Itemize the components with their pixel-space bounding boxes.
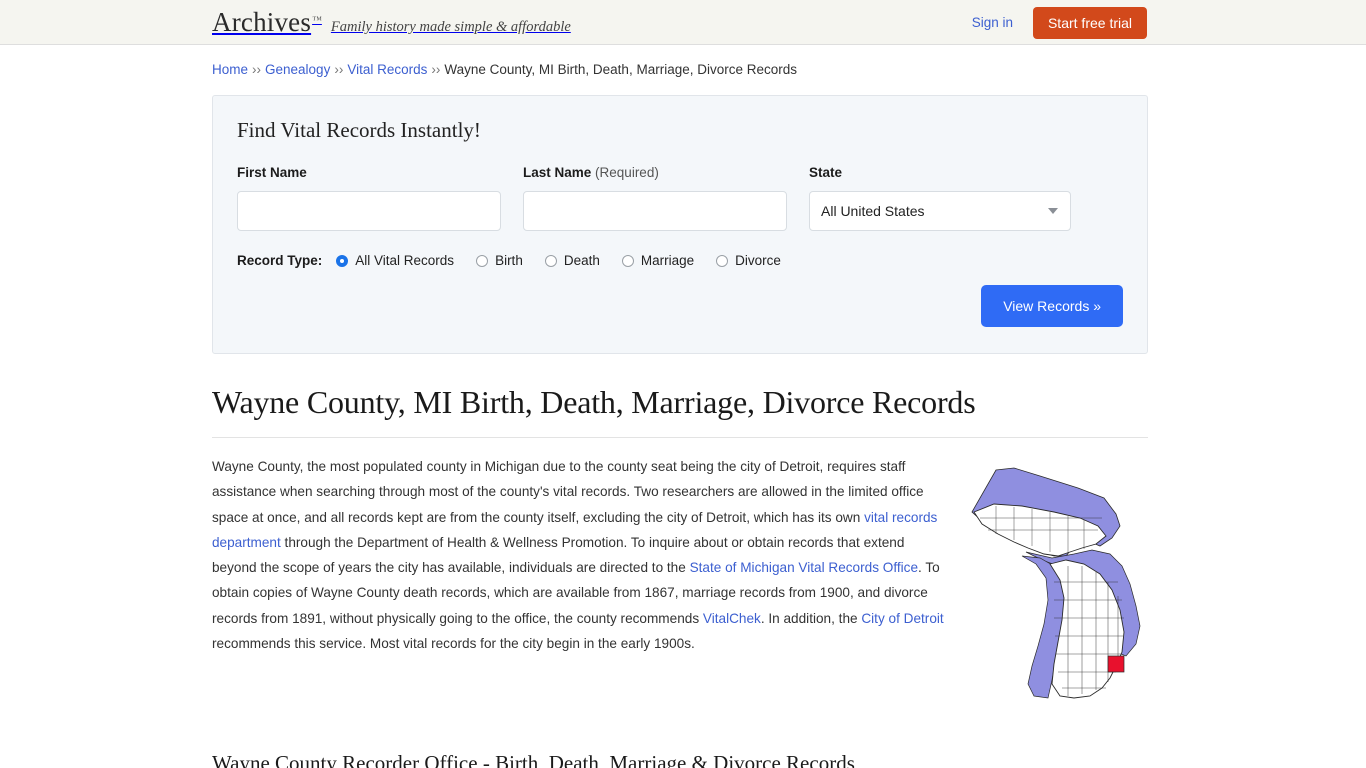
link-state-of-michigan-vital-records-office[interactable]: State of Michigan Vital Records Office — [690, 560, 918, 575]
sign-in-link[interactable]: Sign in — [972, 15, 1013, 30]
map-column — [970, 454, 1148, 705]
breadcrumb-separator: ›› — [431, 62, 441, 77]
radio-indicator-icon — [544, 254, 557, 267]
breadcrumb-item-current: Wayne County, MI Birth, Death, Marriage,… — [444, 62, 797, 77]
radio-divorce[interactable]: Divorce — [716, 253, 781, 268]
article-text-part: Wayne County, the most populated county … — [212, 459, 924, 525]
radio-death[interactable]: Death — [544, 253, 600, 268]
radio-label: Death — [563, 253, 600, 268]
link-vitalchek[interactable]: VitalChek — [703, 611, 761, 626]
radio-indicator-icon — [716, 254, 729, 267]
link-city-of-detroit[interactable]: City of Detroit — [861, 611, 943, 626]
michigan-county-map — [971, 467, 1141, 699]
first-name-input[interactable] — [237, 191, 501, 231]
breadcrumb-item-genealogy[interactable]: Genealogy — [265, 62, 330, 77]
site-logo[interactable]: Archives ™ Family history made simple & a… — [212, 7, 571, 38]
radio-indicator-icon — [621, 254, 634, 267]
state-selected-value: All United States — [821, 203, 925, 219]
radio-label: Divorce — [735, 253, 781, 268]
trademark-icon: ™ — [312, 15, 322, 26]
brand-name: Archives — [212, 7, 312, 37]
last-name-input[interactable] — [523, 191, 787, 231]
last-name-field-group: Last Name (Required) — [523, 165, 787, 231]
breadcrumb: Home ›› Genealogy ›› Vital Records ›› Wayne Co… — [212, 45, 1148, 77]
last-name-label: Last Name (Required) — [523, 165, 787, 180]
article-text-part: . In addition, the — [760, 610, 862, 626]
state-select-wrapper: All United States — [809, 191, 1071, 231]
record-type-row: Record Type: All Vital Records Birth Dea… — [237, 253, 1123, 268]
radio-birth[interactable]: Birth — [476, 253, 523, 268]
recorder-office-subheading: Wayne County Recorder Office - Birth, De… — [212, 751, 855, 768]
radio-indicator-icon — [476, 254, 489, 267]
radio-marriage[interactable]: Marriage — [621, 253, 695, 268]
site-header: Archives ™ Family history made simple & a… — [0, 0, 1366, 45]
title-divider — [212, 437, 1148, 438]
vital-records-search-panel: Find Vital Records Instantly! First Name… — [212, 95, 1148, 354]
breadcrumb-separator: ›› — [334, 62, 344, 77]
radio-all-vital-records[interactable]: All Vital Records — [336, 253, 454, 268]
article-text-part: recommends this service. Most vital reco… — [212, 636, 695, 652]
breadcrumb-item-home[interactable]: Home — [212, 62, 248, 77]
search-panel-title: Find Vital Records Instantly! — [237, 118, 481, 142]
state-label: State — [809, 165, 843, 180]
search-fields-row: First Name Last Name (Required) State Al… — [237, 165, 1123, 231]
radio-label: All Vital Records — [355, 253, 455, 268]
state-select[interactable]: All United States — [809, 191, 1071, 231]
chevron-down-icon — [1048, 208, 1058, 214]
wayne-county-highlight — [1107, 655, 1125, 673]
start-free-trial-button[interactable]: Start free trial — [1032, 6, 1147, 39]
record-type-label: Record Type: — [237, 253, 323, 268]
radio-label: Birth — [495, 253, 523, 268]
article-section: Wayne County, the most populated county … — [212, 454, 1148, 705]
page-title: Wayne County, MI Birth, Death, Marriage,… — [212, 384, 976, 420]
radio-label: Marriage — [640, 253, 695, 268]
state-field-group: State All United States — [809, 165, 1071, 231]
breadcrumb-separator: ›› — [252, 62, 262, 77]
first-name-label: First Name — [237, 165, 307, 180]
first-name-field-group: First Name — [237, 165, 501, 231]
submit-row: View Records » — [237, 285, 1123, 327]
last-name-label-text: Last Name — [523, 165, 592, 180]
breadcrumb-item-vital-records[interactable]: Vital Records — [347, 62, 427, 77]
view-records-button[interactable]: View Records » — [981, 285, 1123, 327]
last-name-required-note: (Required) — [595, 165, 659, 180]
brand-tagline: Family history made simple & affordable — [330, 19, 571, 35]
radio-indicator-icon — [336, 254, 349, 267]
article-body: Wayne County, the most populated county … — [212, 454, 948, 705]
header-actions: Sign in Start free trial — [972, 0, 1147, 45]
